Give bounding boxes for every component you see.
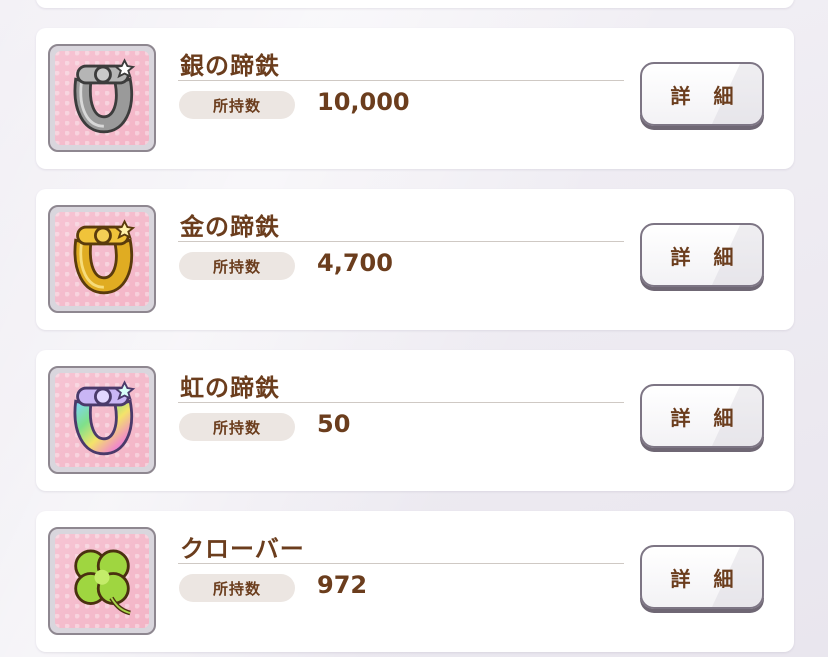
item-name: 虹の蹄鉄 <box>180 374 280 402</box>
detail-button-label: 詳 細 <box>670 83 742 108</box>
quantity-label: 所持数 <box>179 252 295 280</box>
item-name: 銀の蹄鉄 <box>180 52 280 80</box>
list-item: クローバー 所持数 972 詳 細 <box>36 511 794 652</box>
item-icon-frame <box>48 527 156 635</box>
detail-button-label: 詳 細 <box>670 244 742 269</box>
item-name: クローバー <box>180 535 305 563</box>
gold-horseshoe-icon <box>73 219 136 295</box>
divider <box>178 241 624 242</box>
list-item: 虹の蹄鉄 所持数 50 詳 細 <box>36 350 794 491</box>
item-icon-frame <box>48 44 156 152</box>
quantity-value: 50 <box>317 410 351 438</box>
divider <box>178 402 624 403</box>
list-item-partial <box>36 0 794 8</box>
rainbow-horseshoe-icon <box>73 380 136 456</box>
item-list: 銀の蹄鉄 所持数 10,000 詳 細 金の蹄鉄 所持数 4,700 詳 細 虹… <box>0 0 828 657</box>
item-icon-frame <box>48 366 156 474</box>
divider <box>178 563 624 564</box>
detail-button[interactable]: 詳 細 <box>640 545 764 609</box>
detail-button[interactable]: 詳 細 <box>640 62 764 126</box>
list-item: 銀の蹄鉄 所持数 10,000 詳 細 <box>36 28 794 169</box>
clover-icon <box>74 549 131 616</box>
quantity-label: 所持数 <box>179 413 295 441</box>
item-icon-frame <box>48 205 156 313</box>
item-name: 金の蹄鉄 <box>180 213 280 241</box>
divider <box>178 80 624 81</box>
quantity-value: 972 <box>317 571 368 599</box>
detail-button[interactable]: 詳 細 <box>640 384 764 448</box>
quantity-label: 所持数 <box>179 91 295 119</box>
detail-button-label: 詳 細 <box>670 405 742 430</box>
quantity-label: 所持数 <box>179 574 295 602</box>
quantity-value: 10,000 <box>317 88 410 116</box>
detail-button-label: 詳 細 <box>670 566 742 591</box>
list-item: 金の蹄鉄 所持数 4,700 詳 細 <box>36 189 794 330</box>
quantity-value: 4,700 <box>317 249 393 277</box>
detail-button[interactable]: 詳 細 <box>640 223 764 287</box>
silver-horseshoe-icon <box>73 58 136 134</box>
